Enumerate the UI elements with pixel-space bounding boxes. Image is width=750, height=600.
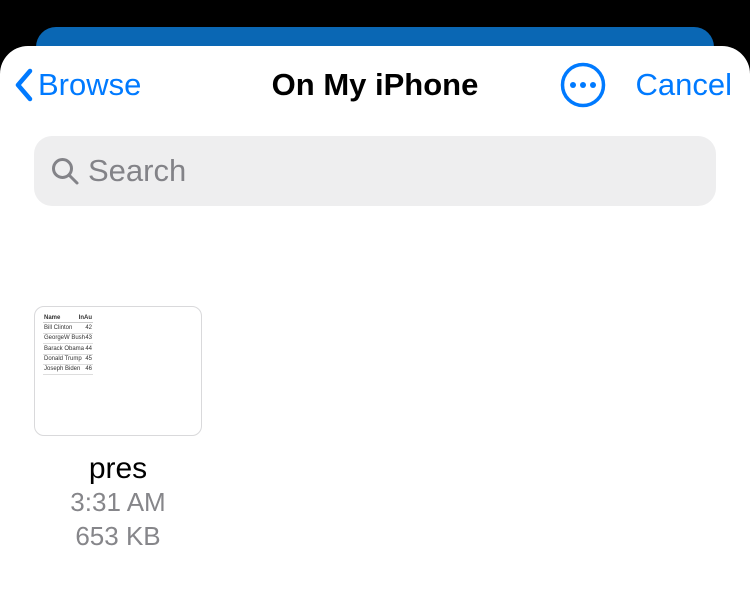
thumb-cell: 46 [85,365,92,373]
thumb-preview-table: Name InAu Bill Clinton 42 GeorgeW Bush 4… [43,313,93,375]
nav-right-group: Cancel [560,62,733,108]
file-picker-sheet: Browse On My iPhone Cancel [0,46,750,600]
thumb-cell: Bill Clinton [44,324,72,332]
more-options-button[interactable] [560,62,606,108]
thumb-cell: Joseph Biden [44,365,80,373]
thumb-cell: 45 [85,355,92,363]
thumb-cell: 42 [85,324,92,332]
file-item[interactable]: Name InAu Bill Clinton 42 GeorgeW Bush 4… [34,306,202,554]
chevron-left-icon [12,67,36,103]
search-input[interactable] [88,153,700,189]
cancel-button[interactable]: Cancel [636,67,733,103]
search-container [0,124,750,206]
thumb-cell: 43 [85,334,92,342]
thumb-cell: Donald Trump [44,355,82,363]
thumb-col-name: Name [44,314,60,322]
thumb-cell: GeorgeW Bush [44,334,85,342]
thumb-col-value: InAu [79,314,92,322]
page-title: On My iPhone [272,67,479,103]
file-time-label: 3:31 AM [70,486,165,520]
thumb-cell: 44 [85,345,92,353]
file-thumbnail: Name InAu Bill Clinton 42 GeorgeW Bush 4… [34,306,202,436]
files-grid: Name InAu Bill Clinton 42 GeorgeW Bush 4… [0,206,750,554]
search-field[interactable] [34,136,716,206]
file-size-label: 653 KB [75,520,160,554]
search-icon [50,156,80,186]
back-label: Browse [38,67,141,103]
thumb-cell: Barack Obama [44,345,84,353]
back-button[interactable]: Browse [12,67,141,103]
navigation-bar: Browse On My iPhone Cancel [0,46,750,124]
file-name-label: pres [89,452,147,486]
